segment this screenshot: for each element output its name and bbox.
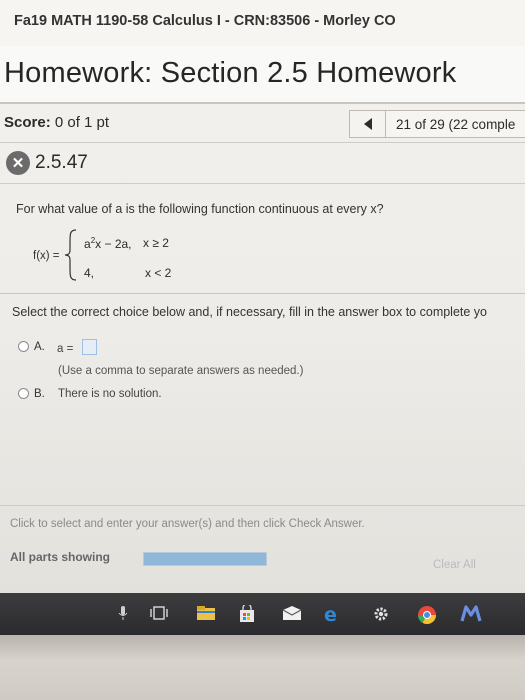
assignment-title: Homework: Section 2.5 Homework xyxy=(4,57,457,89)
question-number: 2.5.47 xyxy=(35,152,88,173)
option-b-text: There is no solution. xyxy=(58,388,162,400)
parts-showing-label: All parts showing xyxy=(10,550,111,564)
left-arrow-icon xyxy=(363,118,372,130)
edge-icon[interactable]: e xyxy=(322,605,342,625)
instruction-text: Select the correct choice below and, if … xyxy=(12,305,488,319)
file-explorer-icon[interactable] xyxy=(196,605,216,621)
course-header: Fa19 MATH 1190-58 Calculus I - CRN:83506… xyxy=(0,0,525,47)
settings-icon[interactable] xyxy=(372,605,390,623)
option-b-letter: B. xyxy=(34,388,45,400)
left-brace-icon xyxy=(64,229,77,281)
monitor-bezel xyxy=(0,635,525,700)
question-counter-dropdown[interactable]: 21 of 29 (22 comple xyxy=(385,110,525,138)
question-number-row: ✕ 2.5.47 xyxy=(0,142,525,184)
score-display: Score: 0 of 1 pt xyxy=(4,114,109,131)
microphone-icon[interactable] xyxy=(118,605,128,621)
status-message: Click to select and enter your answer(s)… xyxy=(10,518,365,530)
incorrect-x-icon: ✕ xyxy=(6,151,30,175)
windows-taskbar: e xyxy=(0,593,525,635)
function-label: f(x) = xyxy=(33,250,60,262)
piece1-rest: x − 2a, xyxy=(95,237,132,251)
answer-input-box[interactable] xyxy=(82,339,97,355)
parts-progress-fill xyxy=(144,553,266,565)
course-title: Fa19 MATH 1190-58 Calculus I - CRN:83506… xyxy=(14,13,396,29)
option-a-radio[interactable] xyxy=(18,341,29,352)
option-a-text: a = xyxy=(57,343,74,355)
browser-viewport: Fa19 MATH 1190-58 Calculus I - CRN:83506… xyxy=(0,0,525,595)
store-icon[interactable] xyxy=(238,605,256,623)
score-value: 0 of 1 pt xyxy=(54,114,110,131)
option-b-radio[interactable] xyxy=(18,388,29,399)
score-bar: Score: 0 of 1 pt 21 of 29 (22 comple xyxy=(0,104,525,142)
score-label: Score: xyxy=(4,114,51,131)
chrome-icon[interactable] xyxy=(417,605,437,625)
previous-question-button[interactable] xyxy=(349,110,385,138)
assignment-header: Homework: Section 2.5 Homework xyxy=(0,46,525,104)
option-a-letter: A. xyxy=(34,341,45,353)
option-a-hint: (Use a comma to separate answers as need… xyxy=(58,365,304,377)
piece1-variable: a xyxy=(84,237,91,251)
piece2-expression: 4, xyxy=(84,266,95,280)
mail-icon[interactable] xyxy=(282,605,302,621)
piece2-condition: x < 2 xyxy=(145,266,172,280)
clear-all-button[interactable]: Clear All xyxy=(433,559,476,571)
status-bar: Click to select and enter your answer(s)… xyxy=(0,505,525,595)
piece1-expression: a2x − 2a, xyxy=(84,236,132,251)
piece1-condition: x ≥ 2 xyxy=(143,236,169,250)
parts-progress-bar xyxy=(143,552,267,566)
app-m-icon[interactable] xyxy=(460,605,482,623)
svg-text:e: e xyxy=(324,605,337,625)
question-prompt: For what value of a is the following fun… xyxy=(16,202,384,216)
section-divider xyxy=(0,293,525,294)
task-view-icon[interactable] xyxy=(150,605,168,621)
